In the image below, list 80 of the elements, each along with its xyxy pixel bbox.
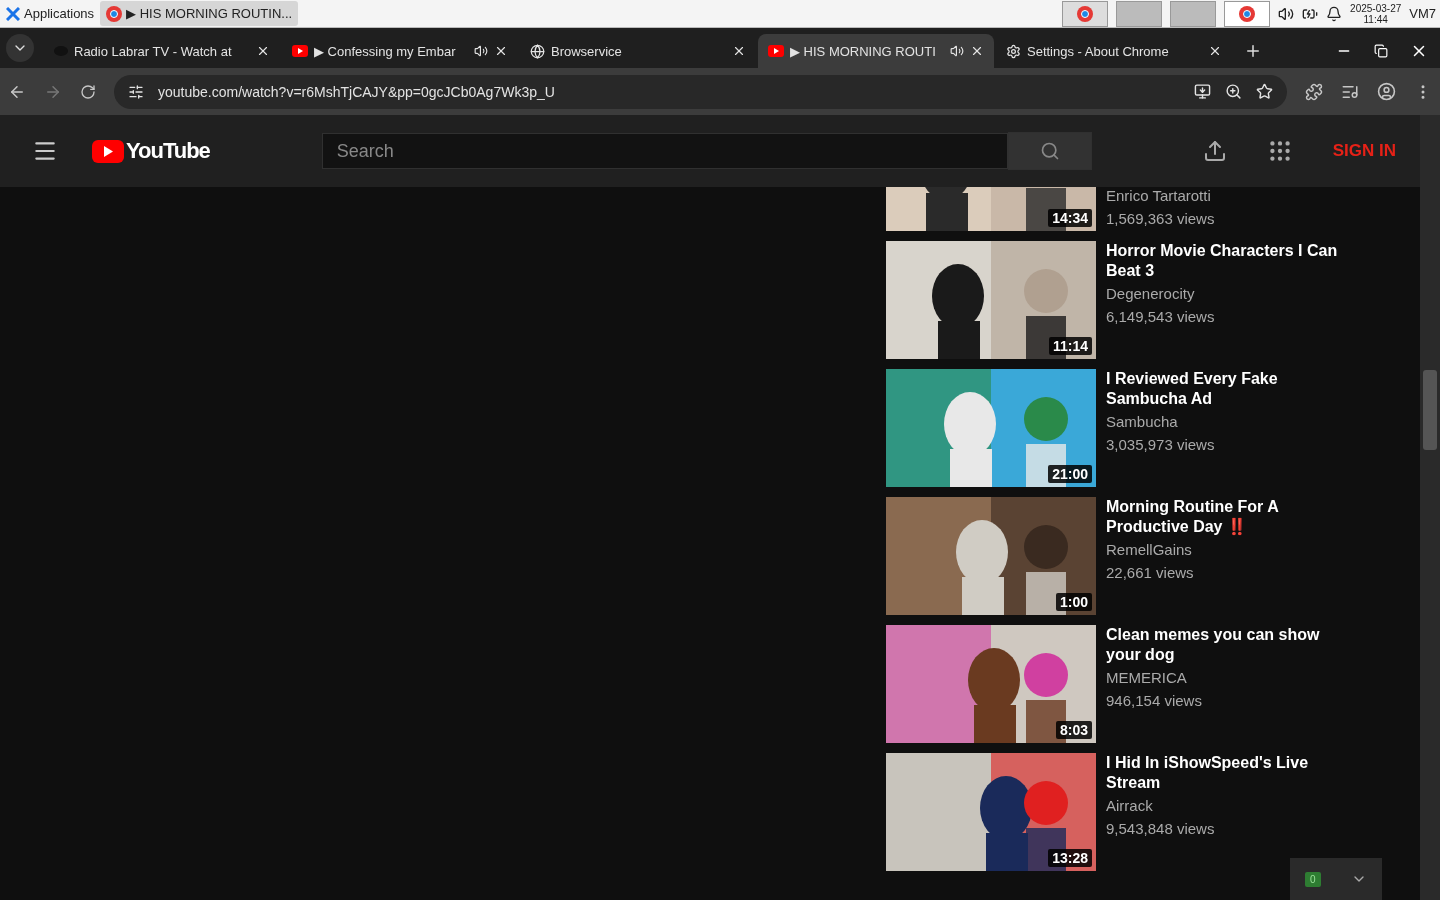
x-logo-icon xyxy=(6,6,20,21)
user-name: VM7 xyxy=(1409,6,1436,21)
video-title[interactable]: I Reviewed Every Fake Sambucha Ad xyxy=(1106,369,1346,409)
video-duration: 11:14 xyxy=(1048,337,1092,355)
channel-name[interactable]: MEMERICA xyxy=(1106,668,1346,688)
close-icon[interactable] xyxy=(732,44,746,58)
view-count: 3,035,973 views xyxy=(1106,435,1216,455)
restore-icon[interactable] xyxy=(1374,44,1388,58)
gear-icon xyxy=(1006,43,1021,59)
view-count: 9,543,848 views xyxy=(1106,819,1216,839)
site-settings-icon[interactable] xyxy=(128,83,144,100)
youtube-icon xyxy=(292,45,308,57)
play-logo-icon xyxy=(92,139,124,163)
video-thumbnail[interactable]: 8:03 xyxy=(886,625,1096,743)
workspace-thumbnail[interactable] xyxy=(1062,0,1109,27)
close-icon[interactable] xyxy=(494,44,508,58)
zoom-icon[interactable] xyxy=(1225,83,1242,100)
view-count: 6,149,543 views xyxy=(1106,307,1216,327)
new-tab-icon[interactable] xyxy=(1244,42,1262,60)
address-bar[interactable]: youtube.com/watch?v=r6MshTjCAJY&pp=0gcJCb0Ag7Wk3p_U xyxy=(114,74,1287,109)
upload-icon[interactable] xyxy=(1202,139,1227,163)
video-title[interactable]: Morning Routine For A Productive Day ‼ xyxy=(1106,497,1346,537)
video-title[interactable]: Clean memes you can show your dog xyxy=(1106,625,1346,665)
channel-name[interactable]: Degenerocity xyxy=(1106,284,1346,304)
bell-icon[interactable] xyxy=(1326,5,1343,22)
view-count: 946,154 views xyxy=(1106,691,1203,711)
search-icon xyxy=(1039,141,1060,161)
applications-menu[interactable]: Applications xyxy=(0,1,101,26)
browser-tab[interactable]: Radio Labrar TV - Watch at xyxy=(44,34,280,68)
search-field[interactable]: Search xyxy=(321,133,1008,169)
profile-icon[interactable] xyxy=(1377,82,1396,101)
view-count: 22,661 views xyxy=(1106,563,1195,583)
workspace-thumbnail[interactable] xyxy=(1116,0,1163,27)
browser-icon xyxy=(106,5,123,22)
extensions-icon[interactable] xyxy=(1305,82,1323,101)
browser-tab[interactable]: Browservice xyxy=(520,34,756,68)
view-count: 1,569,363 views xyxy=(1106,209,1216,229)
bookmark-star-icon[interactable] xyxy=(1256,83,1273,100)
channel-name[interactable]: Sambucha xyxy=(1106,412,1346,432)
speaker-icon[interactable] xyxy=(950,44,964,58)
channel-name[interactable]: Airrack xyxy=(1106,796,1346,816)
notification-widget[interactable]: 0 xyxy=(1290,858,1382,900)
speaker-icon[interactable] xyxy=(474,44,488,58)
video-thumbnail[interactable]: 11:14 xyxy=(886,241,1096,359)
browser-tab[interactable]: ▶ Confessing my Embar xyxy=(282,34,518,68)
browser-tab[interactable]: ▶ HIS MORNING ROUTI xyxy=(758,34,994,68)
browser-icon xyxy=(1077,5,1094,22)
youtube-logo[interactable]: YouTube xyxy=(92,138,210,164)
close-icon[interactable] xyxy=(256,44,270,58)
scrollbar[interactable] xyxy=(1420,115,1440,900)
channel-name[interactable]: Enrico Tartarotti xyxy=(1106,187,1346,206)
install-icon[interactable] xyxy=(1194,83,1211,100)
close-icon[interactable] xyxy=(970,44,984,58)
count-badge: 0 xyxy=(1305,871,1321,887)
video-thumbnail[interactable]: 14:34 xyxy=(886,187,1096,231)
video-duration: 14:34 xyxy=(1048,209,1092,227)
youtube-icon xyxy=(768,45,784,57)
workspace-thumbnail[interactable] xyxy=(1170,0,1217,27)
browser-tab[interactable]: Settings - About Chrome xyxy=(996,34,1232,68)
video-thumbnail[interactable]: 21:00 xyxy=(886,369,1096,487)
video-title[interactable]: Horror Movie Characters I Can Beat 3 xyxy=(1106,241,1346,281)
taskbar-window-button[interactable]: ▶ HIS MORNING ROUTIN... xyxy=(100,1,299,26)
globe-icon xyxy=(530,43,545,59)
search-button[interactable] xyxy=(1007,132,1092,170)
volume-icon[interactable] xyxy=(1278,5,1295,22)
tab-search-button[interactable] xyxy=(6,34,34,62)
close-icon[interactable] xyxy=(1208,44,1222,58)
reload-icon[interactable] xyxy=(80,83,96,100)
workspace-thumbnail[interactable] xyxy=(1224,0,1271,27)
sign-in-link[interactable]: SIGN IN xyxy=(1332,141,1396,161)
video-duration: 1:00 xyxy=(1055,593,1092,611)
clock[interactable]: 2025-03-27 11:44 xyxy=(1350,2,1402,25)
browser-icon xyxy=(1239,5,1256,22)
video-thumbnail[interactable]: 1:00 xyxy=(886,497,1096,615)
channel-name[interactable]: RemellGains xyxy=(1106,540,1346,560)
video-title[interactable]: I Hid In iShowSpeed's Live Stream xyxy=(1106,753,1346,793)
video-duration: 13:28 xyxy=(1048,849,1092,867)
video-thumbnail[interactable]: 13:28 xyxy=(886,753,1096,871)
video-duration: 8:03 xyxy=(1055,721,1092,739)
video-duration: 21:00 xyxy=(1048,465,1092,483)
